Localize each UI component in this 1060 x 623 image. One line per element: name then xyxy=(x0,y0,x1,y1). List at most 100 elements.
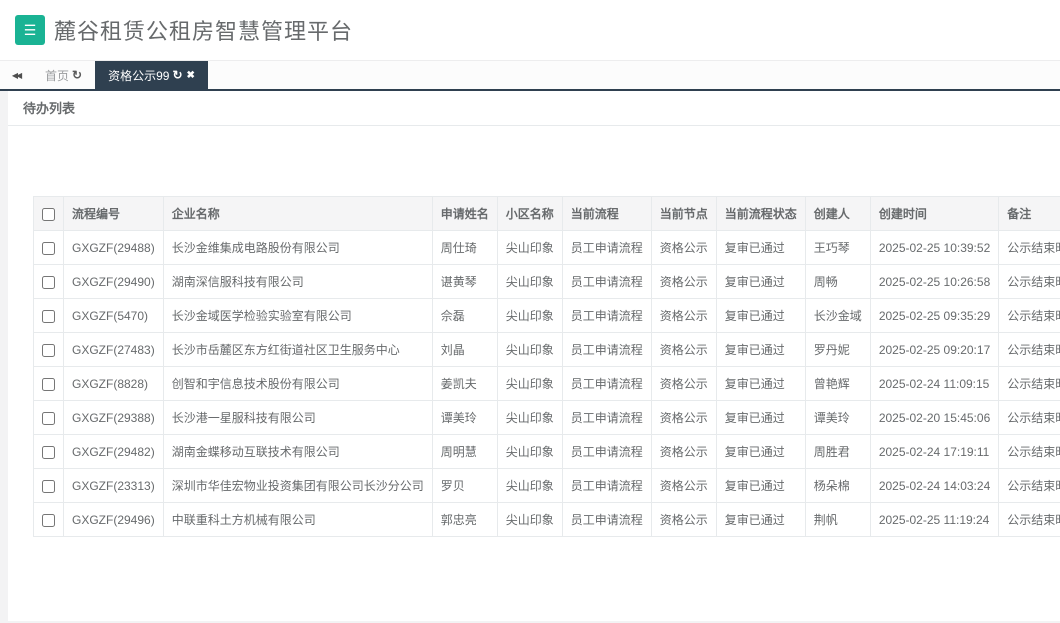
row-checkbox[interactable] xyxy=(42,412,55,425)
cell-process-id: GXGZF(5470) xyxy=(64,299,164,333)
cell-process: 员工申请流程 xyxy=(562,435,651,469)
cell-status: 复审已通过 xyxy=(716,435,805,469)
cell-creator: 杨朵棉 xyxy=(805,469,870,503)
cell-node: 资格公示 xyxy=(651,401,716,435)
cell-process-id: GXGZF(29488) xyxy=(64,231,164,265)
cell-node: 资格公示 xyxy=(651,367,716,401)
cell-process: 员工申请流程 xyxy=(562,231,651,265)
row-checkbox[interactable] xyxy=(42,378,55,391)
cell-created: 2025-02-24 17:19:11 xyxy=(870,435,998,469)
cell-company: 中联重科土方机械有限公司 xyxy=(163,503,432,537)
cell-company: 深圳市华佳宏物业投资集团有限公司长沙分公司 xyxy=(163,469,432,503)
cell-creator: 长沙金域 xyxy=(805,299,870,333)
cell-company: 湖南深信服科技有限公司 xyxy=(163,265,432,299)
cell-remark: 公示结束时间：2025-03-04 11:38:30 xyxy=(999,265,1060,299)
cell-node: 资格公示 xyxy=(651,503,716,537)
cell-community: 尖山印象 xyxy=(497,469,562,503)
header-process-id: 流程编号 xyxy=(64,197,164,231)
cell-community: 尖山印象 xyxy=(497,435,562,469)
cell-creator: 罗丹妮 xyxy=(805,333,870,367)
cell-company: 创智和宇信息技术股份有限公司 xyxy=(163,367,432,401)
cell-company: 长沙金维集成电路股份有限公司 xyxy=(163,231,432,265)
cell-process: 员工申请流程 xyxy=(562,503,651,537)
row-checkbox[interactable] xyxy=(42,514,55,527)
row-checkbox[interactable] xyxy=(42,344,55,357)
hamburger-menu-button[interactable]: ☰ xyxy=(15,15,45,45)
cell-remark: 公示结束时间：2025-03-04 11:38:22 xyxy=(999,299,1060,333)
cell-created: 2025-02-25 10:39:52 xyxy=(870,231,998,265)
cell-community: 尖山印象 xyxy=(497,401,562,435)
cell-node: 资格公示 xyxy=(651,299,716,333)
cell-status: 复审已通过 xyxy=(716,231,805,265)
cell-remark: 公示结束时间：2025-03-04 11:38:15 xyxy=(999,333,1060,367)
tab-home[interactable]: 首页 ↻ xyxy=(32,61,95,89)
select-all-cell xyxy=(34,197,64,231)
table-row[interactable]: GXGZF(23313) 深圳市华佳宏物业投资集团有限公司长沙分公司 罗贝 尖山… xyxy=(34,469,1060,503)
cell-status: 复审已通过 xyxy=(716,333,805,367)
row-checkbox[interactable] xyxy=(42,242,55,255)
cell-created: 2025-02-20 15:45:06 xyxy=(870,401,998,435)
row-checkbox[interactable] xyxy=(42,480,55,493)
app-title: 麓谷租赁公租房智慧管理平台 xyxy=(54,14,353,46)
table-row[interactable]: GXGZF(29482) 湖南金蝶移动互联技术有限公司 周明慧 尖山印象 员工申… xyxy=(34,435,1060,469)
row-checkbox-cell xyxy=(34,503,64,537)
cell-applicant: 周明慧 xyxy=(432,435,497,469)
cell-community: 尖山印象 xyxy=(497,265,562,299)
cell-node: 资格公示 xyxy=(651,265,716,299)
cell-node: 资格公示 xyxy=(651,231,716,265)
tab-home-label: 首页 xyxy=(45,67,69,84)
cell-company: 湖南金蝶移动互联技术有限公司 xyxy=(163,435,432,469)
todo-table: 流程编号 企业名称 申请姓名 小区名称 当前流程 当前节点 当前流程状态 创建人… xyxy=(33,196,1060,537)
table-row[interactable]: GXGZF(29490) 湖南深信服科技有限公司 谌黄琴 尖山印象 员工申请流程… xyxy=(34,265,1060,299)
hamburger-icon: ☰ xyxy=(24,22,37,39)
header-creator: 创建人 xyxy=(805,197,870,231)
table-header-row: 流程编号 企业名称 申请姓名 小区名称 当前流程 当前节点 当前流程状态 创建人… xyxy=(34,197,1060,231)
cell-status: 复审已通过 xyxy=(716,299,805,333)
table-row[interactable]: GXGZF(29388) 长沙港一星服科技有限公司 谭美玲 尖山印象 员工申请流… xyxy=(34,401,1060,435)
cell-remark: 公示结束时间：2025-03-04 11:37:47 xyxy=(999,435,1060,469)
table-row[interactable]: GXGZF(8828) 创智和宇信息技术股份有限公司 姜凯夫 尖山印象 员工申请… xyxy=(34,367,1060,401)
cell-creator: 王巧琴 xyxy=(805,231,870,265)
app-header: ☰ 麓谷租赁公租房智慧管理平台 xyxy=(0,0,1060,60)
cell-created: 2025-02-24 11:09:15 xyxy=(870,367,998,401)
tab-qualification-publicity[interactable]: 资格公示99 ↻ ✖ xyxy=(95,61,208,89)
cell-applicant: 刘晶 xyxy=(432,333,497,367)
cell-node: 资格公示 xyxy=(651,435,716,469)
cell-created: 2025-02-25 09:20:17 xyxy=(870,333,998,367)
cell-process: 员工申请流程 xyxy=(562,333,651,367)
row-checkbox[interactable] xyxy=(42,446,55,459)
cell-applicant: 郭忠亮 xyxy=(432,503,497,537)
select-all-checkbox[interactable] xyxy=(42,208,55,221)
row-checkbox[interactable] xyxy=(42,310,55,323)
panel-title: 待办列表 xyxy=(8,91,1060,126)
cell-applicant: 谌黄琴 xyxy=(432,265,497,299)
cell-process-id: GXGZF(29388) xyxy=(64,401,164,435)
cell-community: 尖山印象 xyxy=(497,367,562,401)
refresh-icon[interactable]: ↻ xyxy=(172,68,182,82)
chevrons-left-icon: ◀◀ xyxy=(12,71,20,80)
cell-creator: 周胜君 xyxy=(805,435,870,469)
table-row[interactable]: GXGZF(29488) 长沙金维集成电路股份有限公司 周仕琦 尖山印象 员工申… xyxy=(34,231,1060,265)
header-process: 当前流程 xyxy=(562,197,651,231)
cell-remark: 公示结束时间：2025-03-04 11:37:22 xyxy=(999,503,1060,537)
cell-node: 资格公示 xyxy=(651,333,716,367)
collapse-tabs-button[interactable]: ◀◀ xyxy=(0,61,32,89)
cell-applicant: 谭美玲 xyxy=(432,401,497,435)
row-checkbox[interactable] xyxy=(42,276,55,289)
refresh-icon[interactable]: ↻ xyxy=(72,68,82,82)
close-icon[interactable]: ✖ xyxy=(187,70,195,81)
table-row[interactable]: GXGZF(5470) 长沙金域医学检验实验室有限公司 佘磊 尖山印象 员工申请… xyxy=(34,299,1060,333)
cell-remark: 公示结束时间：2025-03-04 11:37:58 xyxy=(999,401,1060,435)
table-row[interactable]: GXGZF(27483) 长沙市岳麓区东方红街道社区卫生服务中心 刘晶 尖山印象… xyxy=(34,333,1060,367)
header-remark: 备注 xyxy=(999,197,1060,231)
cell-remark: 公示结束时间：2025-03-04 11:38:38 xyxy=(999,231,1060,265)
cell-status: 复审已通过 xyxy=(716,503,805,537)
cell-process-id: GXGZF(23313) xyxy=(64,469,164,503)
cell-applicant: 姜凯夫 xyxy=(432,367,497,401)
cell-process-id: GXGZF(27483) xyxy=(64,333,164,367)
cell-community: 尖山印象 xyxy=(497,231,562,265)
row-checkbox-cell xyxy=(34,231,64,265)
tab-bar: ◀◀ 首页 ↻ 资格公示99 ↻ ✖ xyxy=(0,60,1060,91)
row-checkbox-cell xyxy=(34,265,64,299)
table-row[interactable]: GXGZF(29496) 中联重科土方机械有限公司 郭忠亮 尖山印象 员工申请流… xyxy=(34,503,1060,537)
